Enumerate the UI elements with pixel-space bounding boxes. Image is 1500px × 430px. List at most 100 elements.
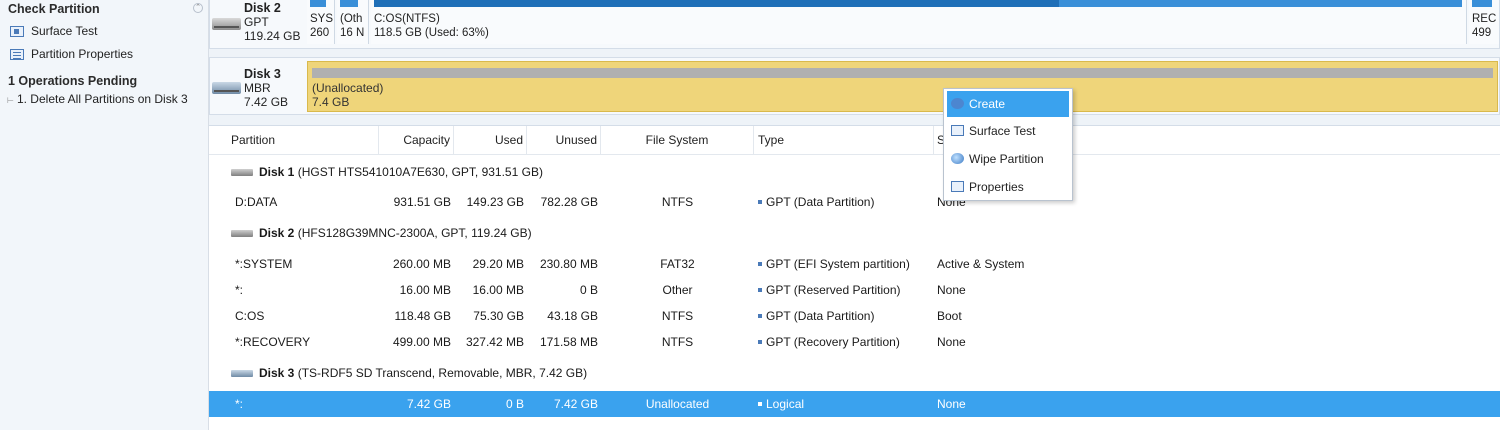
sidebar-item-surface-test[interactable]: Surface Test — [10, 22, 97, 40]
cell-capacity: 7.42 GB — [406, 397, 451, 411]
sidebar-item-label: Partition Properties — [31, 47, 134, 61]
cell-type-label: GPT (Reserved Partition) — [766, 283, 901, 297]
cell-status: Boot — [937, 309, 962, 323]
menu-item-label: Wipe Partition — [969, 152, 1044, 166]
unallocated-space-block[interactable]: (Unallocated) 7.4 GB — [307, 61, 1498, 112]
cell-type: GPT (Data Partition) — [758, 189, 874, 215]
column-header-type[interactable]: Type — [754, 126, 934, 155]
removable-disk-icon — [212, 82, 241, 94]
cell-status: Active & System — [937, 257, 1025, 271]
unallocated-size: 7.4 GB — [312, 95, 350, 109]
cell-partition: *:SYSTEM — [235, 257, 293, 271]
cell-partition: C:OS — [235, 309, 265, 323]
partition-block-size: 118.5 GB (Used: 63%) — [374, 27, 489, 39]
cell-type: GPT (EFI System partition) — [758, 251, 910, 277]
cell-unused: 7.42 GB — [553, 397, 598, 411]
partition-usage-bar — [310, 0, 326, 7]
disk-group-title: Disk 1 (HGST HTS541010A7E630, GPT, 931.5… — [259, 157, 543, 187]
cell-type-label: GPT (EFI System partition) — [766, 257, 910, 271]
cell-type: Logical — [758, 391, 804, 417]
partition-usage-bar — [374, 0, 1462, 7]
partition-type-icon — [758, 261, 762, 266]
pending-operation-item[interactable]: ⊢ 1. Delete All Partitions on Disk 3 — [7, 92, 188, 106]
removable-disk-icon — [231, 370, 253, 377]
cell-partition: *:RECOVERY — [235, 335, 311, 349]
partition-block-reserved[interactable]: (Oth 16 N — [337, 0, 369, 44]
cell-file-system: FAT32 — [660, 257, 695, 271]
partition-type-icon — [758, 401, 762, 406]
partition-block-size: 16 N — [340, 27, 365, 39]
column-header-used[interactable]: Used — [454, 126, 527, 155]
disk-group-header[interactable]: Disk 1 (HGST HTS541010A7E630, GPT, 931.5… — [209, 157, 1500, 187]
partition-block-label: SYS — [310, 13, 334, 25]
column-header-capacity[interactable]: Capacity — [379, 126, 454, 155]
cell-unused: 230.80 MB — [539, 257, 598, 271]
disk-map-row-disk2[interactable]: Disk 2 GPT 119.24 GB SYS 260 (Oth 16 N C… — [209, 0, 1500, 49]
menu-item-properties[interactable]: Properties — [947, 174, 1069, 200]
hard-disk-icon — [212, 18, 241, 30]
disk-name: Disk 1 — [259, 165, 295, 179]
hard-disk-icon — [231, 169, 253, 176]
partition-block-c-os[interactable]: C:OS(NTFS) 118.5 GB (Used: 63%) — [371, 0, 1467, 44]
column-header-file-system[interactable]: File System — [601, 126, 754, 155]
cell-unused: 0 B — [579, 283, 598, 297]
disk-info: Disk 3 MBR 7.42 GB — [244, 67, 288, 109]
disk-map-row-disk3[interactable]: Disk 3 MBR 7.42 GB (Unallocated) 7.4 GB — [209, 57, 1500, 115]
disk-description: (HFS128G39MNC-2300A, GPT, 119.24 GB) — [297, 226, 532, 240]
partition-usage-bar — [340, 0, 358, 7]
cell-type: GPT (Recovery Partition) — [758, 329, 900, 355]
partition-table: Partition Capacity Used Unused File Syst… — [209, 125, 1500, 430]
partition-usage-bar — [312, 68, 1493, 78]
disk-size: 119.24 GB — [244, 29, 301, 43]
menu-item-wipe-partition[interactable]: Wipe Partition — [947, 146, 1069, 172]
hard-disk-icon — [231, 230, 253, 237]
disk-name: Disk 2 — [244, 1, 281, 15]
disk-group-title: Disk 3 (TS-RDF5 SD Transcend, Removable,… — [259, 358, 587, 388]
cell-file-system: Other — [662, 283, 693, 297]
cell-type-label: Logical — [766, 397, 805, 411]
cell-used: 327.42 MB — [465, 335, 524, 349]
pending-operation-label: 1. Delete All Partitions on Disk 3 — [16, 92, 188, 106]
cell-type-label: GPT (Recovery Partition) — [766, 335, 900, 349]
cell-status: None — [937, 283, 966, 297]
properties-icon — [10, 48, 24, 60]
cell-partition: D:DATA — [235, 195, 278, 209]
partition-block-recovery[interactable]: REC 499 — [1469, 0, 1499, 44]
menu-item-create[interactable]: Create — [947, 91, 1069, 117]
sidebar-item-partition-properties[interactable]: Partition Properties — [10, 45, 133, 63]
table-row[interactable]: *: 16.00 MB 16.00 MB 0 B Other GPT (Rese… — [209, 277, 1500, 303]
cell-partition: *: — [235, 397, 244, 411]
partition-block-label: (Oth — [340, 13, 363, 25]
tree-node-icon: ⊢ — [7, 96, 14, 105]
menu-item-label: Create — [969, 97, 1006, 111]
disk-group-header[interactable]: Disk 2 (HFS128G39MNC-2300A, GPT, 119.24 … — [209, 218, 1500, 248]
table-row[interactable]: *:SYSTEM 260.00 MB 29.20 MB 230.80 MB FA… — [209, 251, 1500, 277]
cell-used: 16.00 MB — [472, 283, 524, 297]
cell-used: 149.23 GB — [466, 195, 524, 209]
table-row[interactable]: *:RECOVERY 499.00 MB 327.42 MB 171.58 MB… — [209, 329, 1500, 355]
table-row[interactable]: D:DATA 931.51 GB 149.23 GB 782.28 GB NTF… — [209, 189, 1500, 215]
cell-capacity: 118.48 GB — [394, 309, 451, 323]
cell-capacity: 499.00 MB — [392, 335, 451, 349]
menu-item-surface-test[interactable]: Surface Test — [947, 118, 1069, 144]
properties-icon — [951, 181, 964, 192]
table-row[interactable]: C:OS 118.48 GB 75.30 GB 43.18 GB NTFS GP… — [209, 303, 1500, 329]
cell-used: 75.30 GB — [473, 309, 524, 323]
disk-name: Disk 3 — [259, 366, 295, 380]
collapse-icon[interactable]: ⌃ — [193, 3, 203, 13]
column-header-unused[interactable]: Unused — [527, 126, 601, 155]
sidebar-item-label: Surface Test — [31, 24, 98, 38]
cell-unused: 171.58 MB — [539, 335, 598, 349]
surface-test-icon — [10, 25, 24, 37]
disk-description: (HGST HTS541010A7E630, GPT, 931.51 GB) — [297, 165, 543, 179]
partition-block-size: 260 — [310, 27, 330, 39]
cell-partition: *: — [235, 283, 244, 297]
table-row-selected[interactable]: *: 7.42 GB 0 B 7.42 GB Unallocated Logic… — [209, 391, 1500, 417]
cell-status: None — [937, 397, 966, 411]
cell-file-system: NTFS — [661, 309, 694, 323]
column-header-partition[interactable]: Partition — [209, 126, 379, 155]
disk-group-header[interactable]: Disk 3 (TS-RDF5 SD Transcend, Removable,… — [209, 358, 1500, 388]
partition-block-system[interactable]: SYS 260 — [307, 0, 335, 44]
cell-used: 0 B — [505, 397, 524, 411]
cell-status: None — [937, 335, 966, 349]
